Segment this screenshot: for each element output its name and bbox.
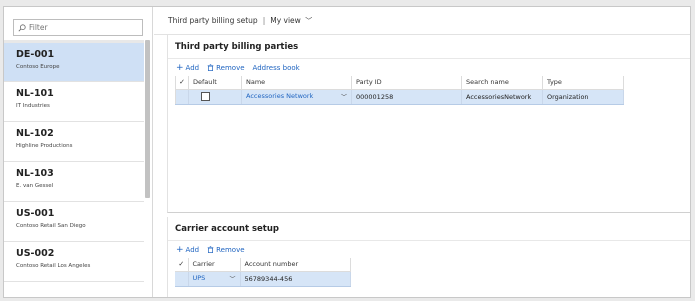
trash-icon [207,246,214,253]
list-item[interactable]: NL-102 Highline Productions [4,122,144,162]
row-selector[interactable] [175,88,189,105]
add-button[interactable]: + Add [176,63,199,73]
carrier-grid: ✓ Carrier Account number UPS ﹀ 56789344-4… [175,258,351,287]
record-list: DE-001 Contoso Europe NL-101 IT Industri… [4,40,144,282]
remove-button[interactable]: Remove [207,245,245,254]
row-selector[interactable] [175,270,189,287]
filter-box[interactable] [13,19,143,36]
list-item[interactable]: NL-103 E. van Gessel [4,162,144,202]
table-row[interactable]: Accessories Network ﹀ 000001258 Accessori… [175,88,624,105]
list-item-id: DE-001 [16,49,55,60]
table-row[interactable]: UPS ﹀ 56789344-456 [175,270,351,287]
carrier-cell[interactable]: UPS ﹀ [188,270,241,287]
column-header[interactable]: Search name [461,76,543,90]
list-scrollbar[interactable] [145,40,150,198]
window: DE-001 Contoso Europe NL-101 IT Industri… [3,6,691,298]
search-icon [18,23,26,31]
column-header[interactable]: Party ID [351,76,462,90]
list-item-name: Contoso Retail San Diego [16,223,86,229]
list-item-id: US-002 [16,248,55,259]
party-id-cell[interactable]: 000001258 [351,88,462,105]
list-item-name: E. van Gessel [16,183,54,189]
page-header: Third party billing setup | My view ﹀ [154,7,690,35]
grid-header-row: ✓ Carrier Account number [175,258,351,272]
list-item-name: IT Industries [16,103,50,109]
address-book-button[interactable]: Address book [253,64,300,72]
chevron-down-icon: ﹀ [305,16,313,25]
plus-icon: + [176,62,184,73]
carrier-account-panel: Carrier account setup + Add Remove ✓ Carr… [167,217,690,297]
list-item[interactable]: NL-101 IT Industries [4,82,144,122]
type-cell[interactable]: Organization [542,88,624,105]
column-header[interactable]: Carrier [188,258,241,272]
list-item-id: NL-103 [16,168,54,179]
party-name[interactable]: Accessories Network [246,92,313,101]
select-all-check[interactable]: ✓ [175,76,189,90]
column-header[interactable]: Name [241,76,352,90]
plus-icon: + [176,244,184,255]
column-header[interactable]: Default [188,76,242,90]
select-all-check[interactable]: ✓ [175,258,189,272]
list-item[interactable]: US-002 Contoso Retail Los Angeles [4,242,144,282]
add-label: Add [185,245,200,254]
chevron-down-icon[interactable]: ﹀ [229,274,235,283]
carrier-name[interactable]: UPS [193,274,206,283]
list-item-name: Highline Productions [16,143,73,149]
list-item-id: NL-101 [16,88,54,99]
billing-grid: ✓ Default Name Party ID Search name Type… [175,76,624,105]
filter-input[interactable] [29,23,139,32]
chevron-down-icon[interactable]: ﹀ [341,92,347,101]
column-header[interactable]: Type [542,76,624,90]
carrier-toolbar: + Add Remove [168,241,690,258]
billing-parties-panel: Third party billing parties + Add Remove … [167,35,690,213]
remove-label: Remove [216,63,245,72]
default-checkbox[interactable] [201,92,210,101]
list-item-name: Contoso Europe [16,64,60,70]
remove-label: Remove [216,245,245,254]
add-button[interactable]: + Add [176,245,199,255]
add-label: Add [185,63,200,72]
carrier-account-title: Carrier account setup [168,217,690,241]
trash-icon [207,64,214,71]
list-item[interactable]: DE-001 Contoso Europe [4,40,144,82]
view-selector[interactable]: My view ﹀ [270,16,312,26]
view-label: My view [270,15,301,25]
billing-parties-title: Third party billing parties [168,35,690,59]
list-item-id: US-001 [16,208,55,219]
header-separator: | [262,16,266,25]
list-item-id: NL-102 [16,128,54,139]
name-cell[interactable]: Accessories Network ﹀ [241,88,352,105]
list-item-name: Contoso Retail Los Angeles [16,263,91,269]
remove-button[interactable]: Remove [207,63,245,72]
account-number-cell[interactable]: 56789344-456 [240,270,351,287]
column-header[interactable]: Account number [240,258,351,272]
list-item[interactable]: US-001 Contoso Retail San Diego [4,202,144,242]
left-pane: DE-001 Contoso Europe NL-101 IT Industri… [4,7,153,297]
search-name-cell[interactable]: AccessoriesNetwork [461,88,543,105]
grid-header-row: ✓ Default Name Party ID Search name Type [175,76,624,90]
default-cell [188,88,242,105]
page-title: Third party billing setup [168,16,258,25]
billing-toolbar: + Add Remove Address book [168,59,690,76]
